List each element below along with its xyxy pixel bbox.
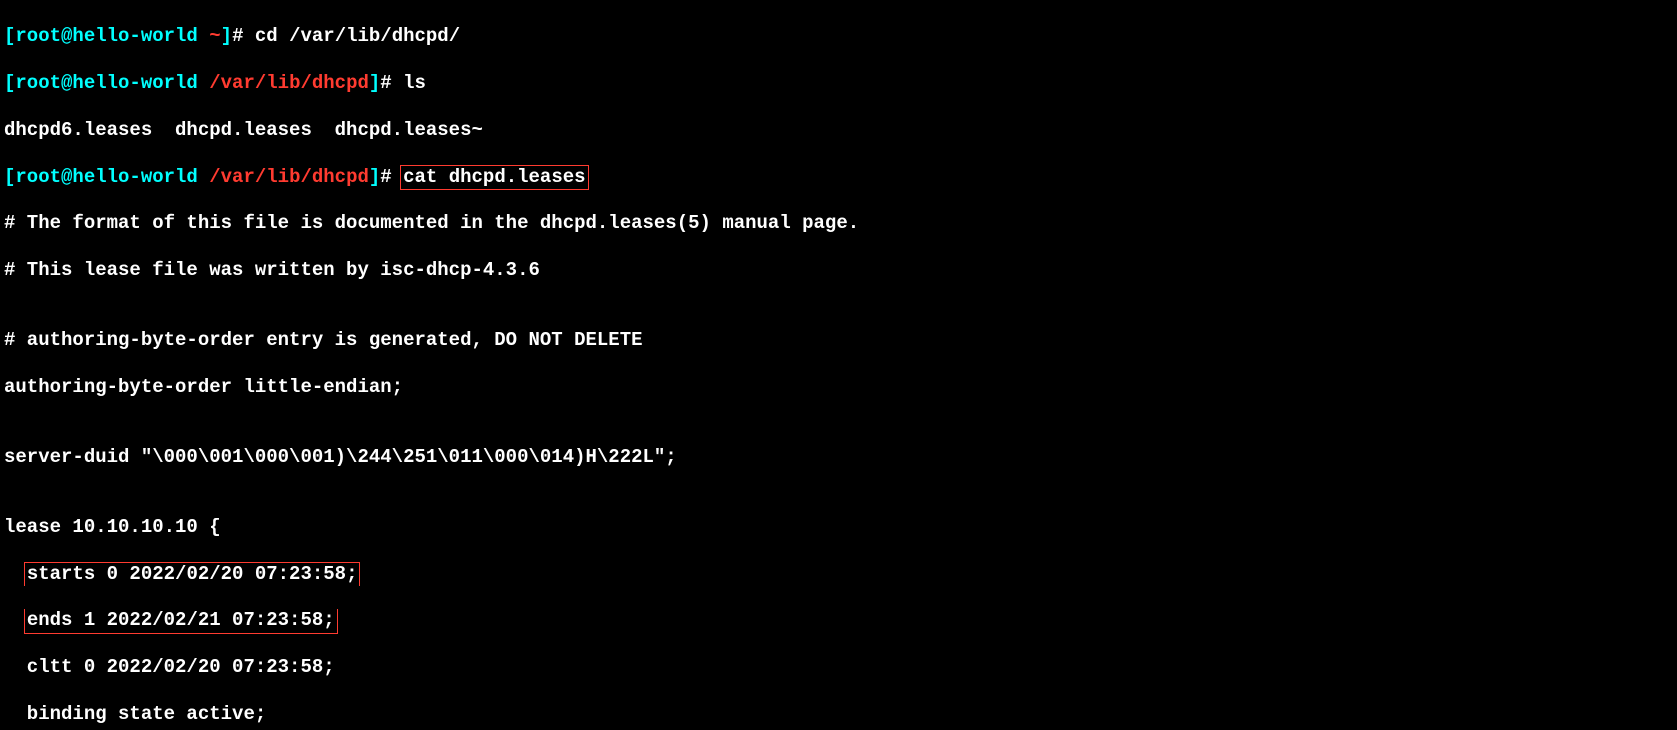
bracket-open: [ (4, 166, 15, 188)
user-host: root@hello-world (15, 25, 197, 47)
ls-output: dhcpd6.leases dhcpd.leases dhcpd.leases~ (4, 119, 1673, 142)
bracket-close: ] (369, 166, 380, 188)
lease-starts-highlighted: starts 0 2022/02/20 07:23:58; (4, 563, 1673, 586)
hash: # (232, 25, 255, 47)
command-highlighted: cat dhcpd.leases (400, 165, 588, 190)
bracket-open: [ (4, 72, 15, 94)
file-line: binding state active; (4, 703, 1673, 726)
user-host: root@hello-world (15, 72, 197, 94)
file-line: server-duid "\000\001\000\001)\244\251\0… (4, 446, 1673, 469)
lease-open: lease 10.10.10.10 { (4, 516, 1673, 539)
lease-starts: starts 0 2022/02/20 07:23:58; (24, 562, 361, 586)
cwd: /var/lib/dhcpd (209, 166, 369, 188)
file-line: authoring-byte-order little-endian; (4, 376, 1673, 399)
prompt-line-3: [root@hello-world /var/lib/dhcpd]# cat d… (4, 166, 1673, 189)
command: cd /var/lib/dhcpd/ (255, 25, 460, 47)
bracket-close: ] (221, 25, 232, 47)
file-line: cltt 0 2022/02/20 07:23:58; (4, 656, 1673, 679)
file-line: # The format of this file is documented … (4, 212, 1673, 235)
cwd: /var/lib/dhcpd (209, 72, 369, 94)
prompt-line-1: [root@hello-world ~]# cd /var/lib/dhcpd/ (4, 25, 1673, 48)
bracket-open: [ (4, 25, 15, 47)
terminal-output[interactable]: [root@hello-world ~]# cd /var/lib/dhcpd/… (0, 0, 1677, 730)
command: ls (403, 72, 426, 94)
cwd: ~ (209, 25, 220, 47)
prompt-line-2: [root@hello-world /var/lib/dhcpd]# ls (4, 72, 1673, 95)
lease-ends: ends 1 2022/02/21 07:23:58; (24, 609, 338, 633)
lease-ends-highlighted: ends 1 2022/02/21 07:23:58; (4, 609, 1673, 632)
sep (198, 25, 209, 47)
user-host: root@hello-world (15, 166, 197, 188)
file-line: # This lease file was written by isc-dhc… (4, 259, 1673, 282)
hash: # (380, 72, 403, 94)
bracket-close: ] (369, 72, 380, 94)
file-line: # authoring-byte-order entry is generate… (4, 329, 1673, 352)
sep (198, 72, 209, 94)
sep (198, 166, 209, 188)
